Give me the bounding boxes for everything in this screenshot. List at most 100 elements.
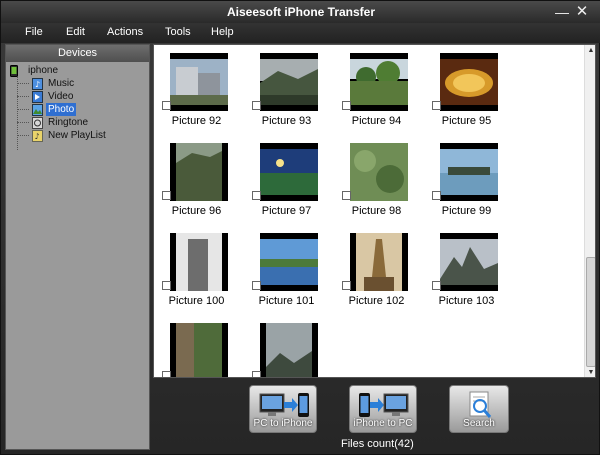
photo-item[interactable]: Picture 96 <box>162 143 228 231</box>
pc-to-iphone-icon <box>258 390 310 420</box>
svg-text:♪: ♪ <box>35 80 40 89</box>
photo-checkbox[interactable] <box>432 101 441 110</box>
button-label: iPhone to PC <box>353 418 413 429</box>
photo-item[interactable]: Picture 102 <box>342 233 408 321</box>
tree-item-label: Video <box>48 91 74 102</box>
tree-item-label: Ringtone <box>48 117 89 128</box>
photo-item[interactable] <box>252 323 318 377</box>
photo-item[interactable]: Picture 98 <box>342 143 408 231</box>
files-count-status: Files count(42) <box>341 438 414 450</box>
menu-actions[interactable]: Actions <box>107 26 143 38</box>
photo-checkbox[interactable] <box>342 191 351 200</box>
svg-text:♪: ♪ <box>35 132 40 141</box>
playlist-icon: ♪ <box>32 130 43 142</box>
photo-thumbnail[interactable] <box>350 233 408 291</box>
tree-connector <box>17 122 29 123</box>
tree-connector <box>17 135 29 136</box>
photo-caption: Picture 98 <box>351 205 402 217</box>
photo-caption: Picture 100 <box>168 295 225 307</box>
photo-checkbox[interactable] <box>432 281 441 290</box>
photo-thumbnail[interactable] <box>260 143 318 201</box>
menu-help[interactable]: Help <box>211 26 234 38</box>
iphone-to-pc-button[interactable]: iPhone to PC <box>349 385 417 433</box>
photo-checkbox[interactable] <box>342 281 351 290</box>
tree-connector <box>17 77 18 150</box>
iphone-icon <box>10 65 21 77</box>
menu-bar: File Edit Actions Tools Help <box>1 23 600 43</box>
title-bar[interactable]: Aiseesoft iPhone Transfer — ✕ <box>1 1 600 23</box>
photo-item[interactable]: Picture 100 <box>162 233 228 321</box>
photo-icon <box>32 104 43 116</box>
vertical-scrollbar[interactable]: ▲ ▼ <box>584 45 595 377</box>
menu-file[interactable]: File <box>25 26 43 38</box>
photo-thumbnail[interactable] <box>170 143 228 201</box>
photo-item[interactable]: Picture 99 <box>432 143 498 231</box>
photo-item[interactable]: Picture 103 <box>432 233 498 321</box>
scroll-up-arrow-icon[interactable]: ▲ <box>586 46 595 56</box>
devices-header: Devices <box>6 45 149 62</box>
photo-thumbnail[interactable] <box>260 53 318 111</box>
close-button[interactable]: ✕ <box>573 3 591 21</box>
devices-panel: Devices iphone ♪ Music Video Photo Ringt… <box>5 44 150 450</box>
photo-checkbox[interactable] <box>162 101 171 110</box>
photo-checkbox[interactable] <box>252 281 261 290</box>
photo-checkbox[interactable] <box>252 101 261 110</box>
photo-item[interactable]: Picture 92 <box>162 53 228 141</box>
music-icon: ♪ <box>32 78 43 90</box>
photo-thumbnail[interactable] <box>350 143 408 201</box>
video-icon <box>32 91 43 103</box>
button-label: Search <box>463 418 495 429</box>
photo-thumbnail[interactable] <box>440 143 498 201</box>
photo-checkbox[interactable] <box>162 371 171 377</box>
photo-thumbnail[interactable] <box>260 233 318 291</box>
photo-thumbnail[interactable] <box>350 53 408 111</box>
photo-thumbnail[interactable] <box>170 323 228 377</box>
photo-caption: Picture 101 <box>258 295 315 307</box>
photo-caption: Picture 93 <box>261 115 312 127</box>
photo-checkbox[interactable] <box>432 191 441 200</box>
menu-edit[interactable]: Edit <box>66 26 85 38</box>
window-title: Aiseesoft iPhone Transfer <box>226 5 376 19</box>
tree-item-label: Photo <box>46 103 77 116</box>
photo-caption: Picture 99 <box>441 205 492 217</box>
button-label: PC to iPhone <box>253 418 313 429</box>
photo-browser: Picture 92 Picture 93 Picture 94 Picture… <box>153 44 596 378</box>
photo-item[interactable] <box>162 323 228 377</box>
photo-caption: Picture 102 <box>348 295 405 307</box>
photo-checkbox[interactable] <box>252 191 261 200</box>
tree-item-label: iphone <box>28 65 59 76</box>
photo-caption: Picture 95 <box>441 115 492 127</box>
photo-caption: Picture 96 <box>171 205 222 217</box>
photo-thumbnail[interactable] <box>170 233 228 291</box>
photo-item[interactable]: Picture 101 <box>252 233 318 321</box>
photo-thumbnail[interactable] <box>440 53 498 111</box>
photo-thumbnail[interactable] <box>170 53 228 111</box>
tree-connector <box>17 83 29 84</box>
photo-caption: Picture 94 <box>351 115 402 127</box>
photo-checkbox[interactable] <box>252 371 261 377</box>
scroll-down-arrow-icon[interactable]: ▼ <box>586 368 595 377</box>
menu-tools[interactable]: Tools <box>165 26 191 38</box>
photo-item[interactable]: Picture 95 <box>432 53 498 141</box>
search-button[interactable]: Search <box>449 385 509 433</box>
photo-item[interactable]: Picture 93 <box>252 53 318 141</box>
photo-grid: Picture 92 Picture 93 Picture 94 Picture… <box>154 45 584 377</box>
photo-item[interactable]: Picture 97 <box>252 143 318 231</box>
app-window: Aiseesoft iPhone Transfer — ✕ File Edit … <box>0 0 600 455</box>
photo-checkbox[interactable] <box>162 191 171 200</box>
device-tree: iphone ♪ Music Video Photo Ringtone ♪ Ne… <box>6 62 149 448</box>
photo-thumbnail[interactable] <box>260 323 318 377</box>
tree-connector <box>17 109 29 110</box>
ringtone-icon <box>32 117 43 129</box>
iphone-to-pc-icon <box>358 390 410 420</box>
photo-caption: Picture 103 <box>438 295 495 307</box>
tree-item-label: Music <box>48 78 75 89</box>
photo-thumbnail[interactable] <box>440 233 498 291</box>
photo-checkbox[interactable] <box>342 101 351 110</box>
minimize-button[interactable]: — <box>553 3 571 21</box>
photo-checkbox[interactable] <box>162 281 171 290</box>
scrollbar-thumb[interactable] <box>586 257 595 367</box>
photo-item[interactable]: Picture 94 <box>342 53 408 141</box>
pc-to-iphone-button[interactable]: PC to iPhone <box>249 385 317 433</box>
tree-item-label: New PlayList <box>48 130 106 141</box>
